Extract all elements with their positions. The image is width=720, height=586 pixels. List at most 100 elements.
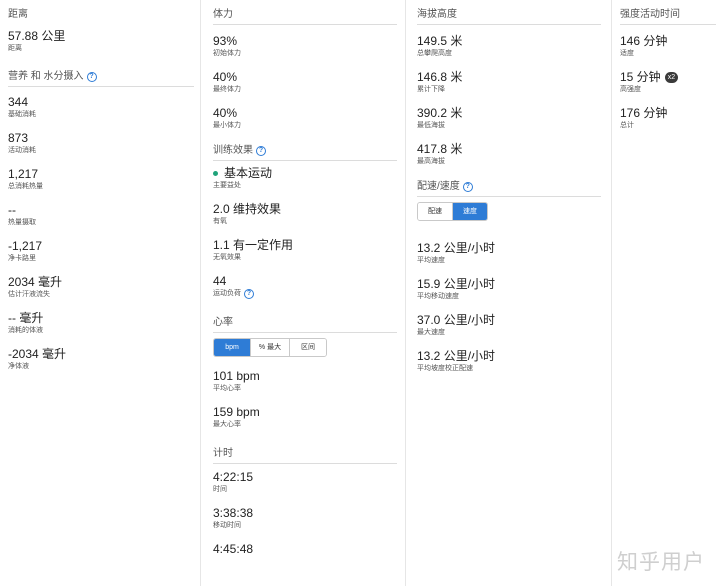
stat-value-text: 40% <box>213 70 238 84</box>
stat-item: 13.2 公里/小时 平均坡度校正配速 <box>417 349 601 373</box>
stat-item: 1.1 有一定作用无氧效果 <box>213 238 397 262</box>
stat-label-text: 累计下降 <box>417 86 445 93</box>
tab-zones[interactable]: 区间 <box>290 339 326 356</box>
column-stamina-training: 体力 93% 初始体力 40% 最终体力 40% 最小体力 训练效果 ? 基本运动 主要益处… <box>213 0 397 557</box>
stat-label: 平均速度 <box>417 256 601 265</box>
section-title-timing: 计时 <box>213 447 397 461</box>
stat-value: -2034 毫升 <box>8 347 194 362</box>
stat-label-text: 总计 <box>620 122 634 129</box>
stat-label-text: 最大速度 <box>417 329 445 336</box>
stat-item: 344 基础消耗 <box>8 95 194 119</box>
stat-value: 3:38:38 <box>213 506 397 521</box>
stat-value-text: 101 bpm <box>213 369 260 383</box>
column-divider <box>200 0 201 586</box>
stat-item: 159 bpm 最大心率 <box>213 405 397 429</box>
stat-label-text: 高强度 <box>620 86 641 93</box>
stat-label-text: 移动时间 <box>213 522 241 529</box>
help-icon[interactable]: ? <box>244 289 254 299</box>
help-icon[interactable]: ? <box>462 182 473 192</box>
stat-value: 146.8 米 <box>417 70 601 85</box>
stat-value: 40% <box>213 106 397 121</box>
section-title-intensity: 强度活动时间 <box>620 8 716 22</box>
stat-item: 40% 最终体力 <box>213 70 397 94</box>
stat-label: 总消耗热量 <box>8 182 194 191</box>
stat-label: 净卡路里 <box>8 254 194 263</box>
stat-value: 15.9 公里/小时 <box>417 277 601 292</box>
stat-value-text: 2.0 维持效果 <box>213 202 282 216</box>
stat-item: 101 bpm 平均心率 <box>213 369 397 393</box>
stat-label: 最低海拔 <box>417 121 601 130</box>
stat-label: 估计汗液流失 <box>8 290 194 299</box>
stat-label-text: 平均坡度校正配速 <box>417 365 473 372</box>
stat-value-text: -1,217 <box>8 239 43 253</box>
stat-value: 873 <box>8 131 194 146</box>
stat-label: 总攀爬高度 <box>417 49 601 58</box>
stat-label: 无氧效果 <box>213 253 397 262</box>
stat-value: 44 <box>213 274 397 289</box>
stat-item: 基本运动 主要益处 <box>213 166 397 190</box>
stat-value-text: 1.1 有一定作用 <box>213 238 294 252</box>
stat-value: 4:45:48 <box>213 542 397 557</box>
hr-tabs-wrap: bpm % 最大 区间 <box>213 338 397 360</box>
tab-pace[interactable]: 配速 <box>418 203 453 220</box>
stat-value-text: -- 毫升 <box>8 311 44 325</box>
stat-value: 37.0 公里/小时 <box>417 313 601 328</box>
stat-label: 活动消耗 <box>8 146 194 155</box>
stat-label: 基础消耗 <box>8 110 194 119</box>
stat-value-text: 基本运动 <box>224 166 273 180</box>
help-icon[interactable]: ? <box>256 146 266 156</box>
stat-item: -2034 毫升 净体液 <box>8 347 194 371</box>
section-title-text: 海拔高度 <box>417 9 457 20</box>
hr-unit-tabs: bpm % 最大 区间 <box>213 338 327 357</box>
section-title-training: 训练效果 ? <box>213 144 397 158</box>
stat-value-text: 15.9 公里/小时 <box>417 277 496 291</box>
stat-value-text: 417.8 米 <box>417 142 463 156</box>
section-divider <box>213 160 397 161</box>
stat-value-text: 149.5 米 <box>417 34 463 48</box>
stat-value: 390.2 米 <box>417 106 601 121</box>
stat-item: 4:22:15 时间 <box>213 470 397 494</box>
stat-value-text: 44 <box>213 274 227 288</box>
stat-label: 平均坡度校正配速 <box>417 364 601 373</box>
stat-label: 主要益处 <box>213 181 397 190</box>
section-divider <box>213 463 397 464</box>
tab-bpm[interactable]: bpm <box>214 339 251 356</box>
stat-label-text: 最低海拔 <box>417 122 445 129</box>
help-icon[interactable]: ? <box>86 72 97 82</box>
section-divider <box>620 24 716 25</box>
tab-percent-max[interactable]: % 最大 <box>251 339 290 356</box>
stat-label-text: 估计汗液流失 <box>8 291 50 298</box>
stat-label: 最大速度 <box>417 328 601 337</box>
stat-value-text: -2034 毫升 <box>8 347 67 361</box>
section-title-pace-speed: 配速/速度 ? <box>417 180 601 194</box>
stat-label: 初始体力 <box>213 49 397 58</box>
stat-value: 57.88 公里 <box>8 29 66 43</box>
stat-item: 40% 最小体力 <box>213 106 397 130</box>
stat-item: 2034 毫升 估计汗液流失 <box>8 275 194 299</box>
tab-speed[interactable]: 速度 <box>453 203 487 220</box>
stat-value-text: 40% <box>213 106 238 120</box>
column-distance-nutrition: 距离 57.88 公里 距离 营养 和 水分摄入 ? 344 基础消耗 873 活动消… <box>8 0 194 371</box>
column-divider <box>405 0 406 586</box>
stat-label-text: 无氧效果 <box>213 254 241 261</box>
stat-value-text: 146 分钟 <box>620 34 668 48</box>
stat-value: 13.2 公里/小时 <box>417 241 601 256</box>
stat-item: -1,217 净卡路里 <box>8 239 194 263</box>
stat-value: 146 分钟 <box>620 34 716 49</box>
section-divider <box>8 86 194 87</box>
stat-value: 417.8 米 <box>417 142 601 157</box>
stat-value: 149.5 米 <box>417 34 601 49</box>
stat-value-text: 4:22:15 <box>213 470 254 484</box>
stat-value-text: 176 分钟 <box>620 106 668 120</box>
stat-label-text: 活动消耗 <box>8 147 36 154</box>
heart-rate-stats: 101 bpm 平均心率 159 bpm 最大心率 <box>213 369 397 429</box>
speed-stats: 13.2 公里/小时 平均速度 15.9 公里/小时平均移动速度 37.0 公里/小时… <box>417 241 601 373</box>
stat-label-text: 平均移动速度 <box>417 293 459 300</box>
stat-value-text: 390.2 米 <box>417 106 463 120</box>
stat-label: 适度 <box>620 49 716 58</box>
stat-item: -- 毫升 消耗的体液 <box>8 311 194 335</box>
section-divider <box>417 24 601 25</box>
stat-value-text: 159 bpm <box>213 405 260 419</box>
stat-value: 159 bpm <box>213 405 397 420</box>
stat-label: 最大心率 <box>213 420 397 429</box>
